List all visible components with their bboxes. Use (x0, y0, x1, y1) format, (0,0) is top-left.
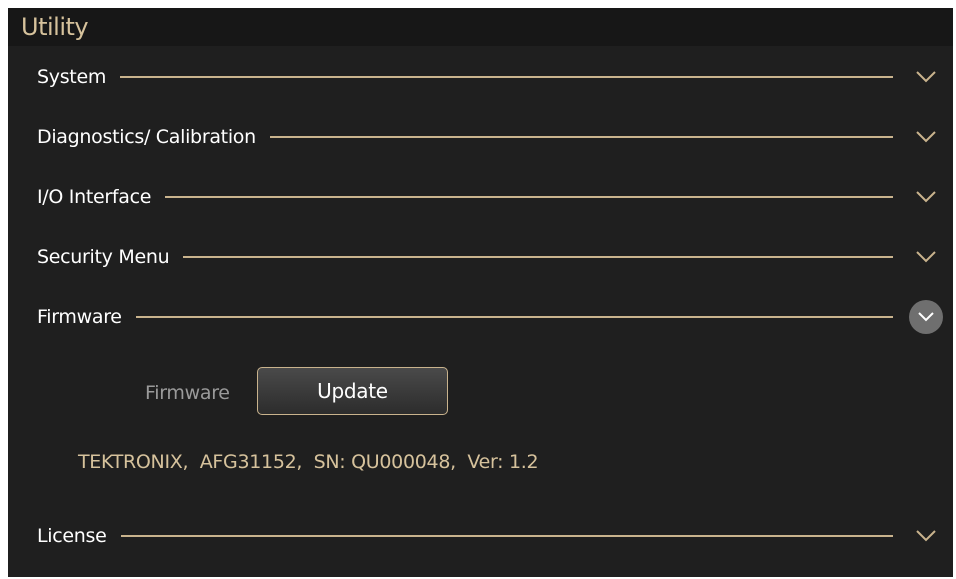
section-divider (120, 76, 893, 78)
section-license[interactable]: License (8, 516, 953, 556)
section-io-interface[interactable]: I/O Interface (8, 177, 953, 217)
chevron-down-icon[interactable] (909, 519, 943, 553)
firmware-info-text: TEKTRONIX, AFG31152, SN: QU000048, Ver: … (78, 451, 539, 473)
section-label: License (37, 525, 107, 547)
section-divider (269, 136, 893, 138)
section-label: Diagnostics/ Calibration (37, 126, 256, 148)
utility-panel: Utility System Diagnostics/ Calibration … (8, 8, 953, 577)
section-label: Security Menu (37, 246, 170, 268)
update-button[interactable]: Update (257, 367, 448, 415)
chevron-down-icon[interactable] (909, 60, 943, 94)
section-label: I/O Interface (37, 186, 152, 208)
title-bar: Utility (8, 8, 953, 46)
section-divider (135, 316, 893, 318)
section-divider (120, 535, 893, 537)
section-label: System (37, 66, 107, 88)
page-title: Utility (21, 13, 89, 41)
section-firmware[interactable]: Firmware (8, 297, 953, 337)
chevron-down-icon[interactable] (909, 300, 943, 334)
chevron-down-icon[interactable] (909, 180, 943, 214)
chevron-down-icon[interactable] (909, 240, 943, 274)
chevron-down-icon[interactable] (909, 120, 943, 154)
section-divider (165, 196, 893, 198)
firmware-field-label: Firmware (145, 382, 230, 404)
section-label: Firmware (37, 306, 122, 328)
section-security-menu[interactable]: Security Menu (8, 237, 953, 277)
section-system[interactable]: System (8, 57, 953, 97)
section-divider (183, 256, 893, 258)
section-diagnostics-calibration[interactable]: Diagnostics/ Calibration (8, 117, 953, 157)
